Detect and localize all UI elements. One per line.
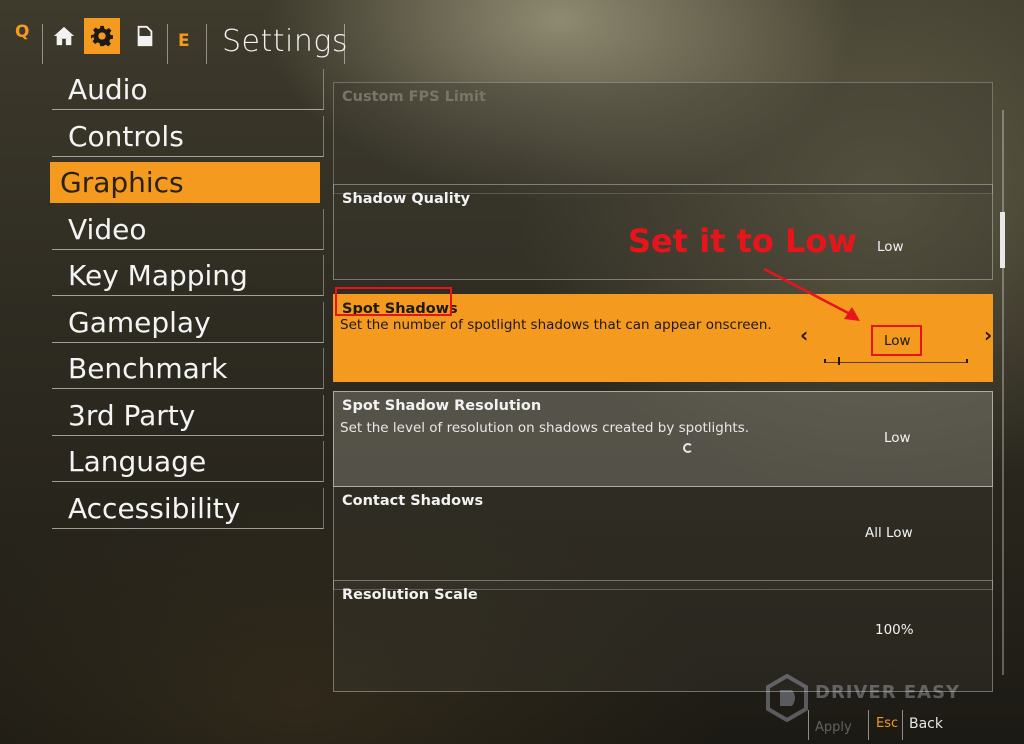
sidebar-item-language[interactable]: Language <box>52 441 324 482</box>
tab-left-key-hint: Q <box>15 22 30 42</box>
divider <box>206 24 207 64</box>
divider <box>808 710 809 740</box>
page-title: Settings <box>222 24 349 59</box>
back-button[interactable]: Back <box>909 716 943 732</box>
setting-label: Spot Shadow Resolution <box>342 398 542 414</box>
sidebar-item-video[interactable]: Video <box>52 208 324 250</box>
slider-tick <box>824 359 826 363</box>
divider <box>868 710 869 740</box>
setting-label: Custom FPS Limit <box>342 89 486 105</box>
previous-option-button[interactable]: ‹ <box>800 323 808 347</box>
scrollbar-track[interactable] <box>1002 110 1004 675</box>
loading-cursor-icon <box>683 443 693 453</box>
watermark-text: DRIVER EASY <box>815 682 961 703</box>
setting-row-resolution-scale[interactable]: Resolution Scale 100% <box>333 580 993 692</box>
settings-category-nav: Audio Controls Graphics Video Key Mappin… <box>50 69 324 534</box>
option-slider-track[interactable] <box>824 362 968 363</box>
divider <box>167 24 168 64</box>
setting-value: Low <box>877 239 904 255</box>
sidebar-item-audio[interactable]: Audio <box>52 69 324 110</box>
slider-tick <box>966 359 968 363</box>
annotation-arrow-icon <box>763 267 860 321</box>
sidebar-item-graphics[interactable]: Graphics <box>50 162 320 203</box>
sidebar-item-controls[interactable]: Controls <box>52 115 324 157</box>
setting-label: Resolution Scale <box>342 587 478 603</box>
annotation-highlight-box <box>335 287 452 316</box>
setting-label: Contact Shadows <box>342 493 484 509</box>
setting-row-contact-shadows[interactable]: Contact Shadows All Low <box>333 486 993 590</box>
gear-icon[interactable] <box>84 18 120 54</box>
sidebar-item-gameplay[interactable]: Gameplay <box>52 301 324 343</box>
setting-row-custom-fps-limit[interactable]: Custom FPS Limit <box>333 82 993 194</box>
setting-value: All Low <box>865 525 913 541</box>
divider <box>902 710 903 740</box>
setting-description: Set the number of spotlight shadows that… <box>340 317 772 333</box>
sidebar-item-key-mapping[interactable]: Key Mapping <box>52 255 324 296</box>
top-bar: Q E Settings <box>0 0 400 80</box>
graphics-settings-list: Custom FPS Limit Shadow Quality Low Spot… <box>333 78 997 694</box>
annotation-callout: Set it to Low <box>628 222 857 260</box>
sidebar-item-accessibility[interactable]: Accessibility <box>52 487 324 529</box>
scrollbar-thumb[interactable] <box>1000 212 1005 268</box>
option-slider-thumb[interactable] <box>838 357 840 365</box>
setting-description: Set the level of resolution on shadows c… <box>340 420 750 436</box>
setting-row-spot-shadow-resolution[interactable]: Spot Shadow Resolution Set the level of … <box>333 391 993 487</box>
divider <box>42 24 43 64</box>
sidebar-item-3rd-party[interactable]: 3rd Party <box>52 394 324 436</box>
home-icon[interactable] <box>46 18 82 54</box>
tab-right-key-hint: E <box>178 31 190 51</box>
next-option-button[interactable]: › <box>984 323 992 347</box>
divider <box>344 24 345 64</box>
setting-value: Low <box>884 430 911 446</box>
apply-button[interactable]: Apply <box>815 720 852 735</box>
document-icon[interactable] <box>127 18 163 54</box>
setting-label: Shadow Quality <box>342 191 471 207</box>
sidebar-item-benchmark[interactable]: Benchmark <box>52 348 324 389</box>
watermark-logo-icon <box>766 674 808 722</box>
annotation-highlight-box <box>871 325 922 356</box>
esc-key-hint: Esc <box>876 716 899 731</box>
setting-value: 100% <box>875 622 914 638</box>
